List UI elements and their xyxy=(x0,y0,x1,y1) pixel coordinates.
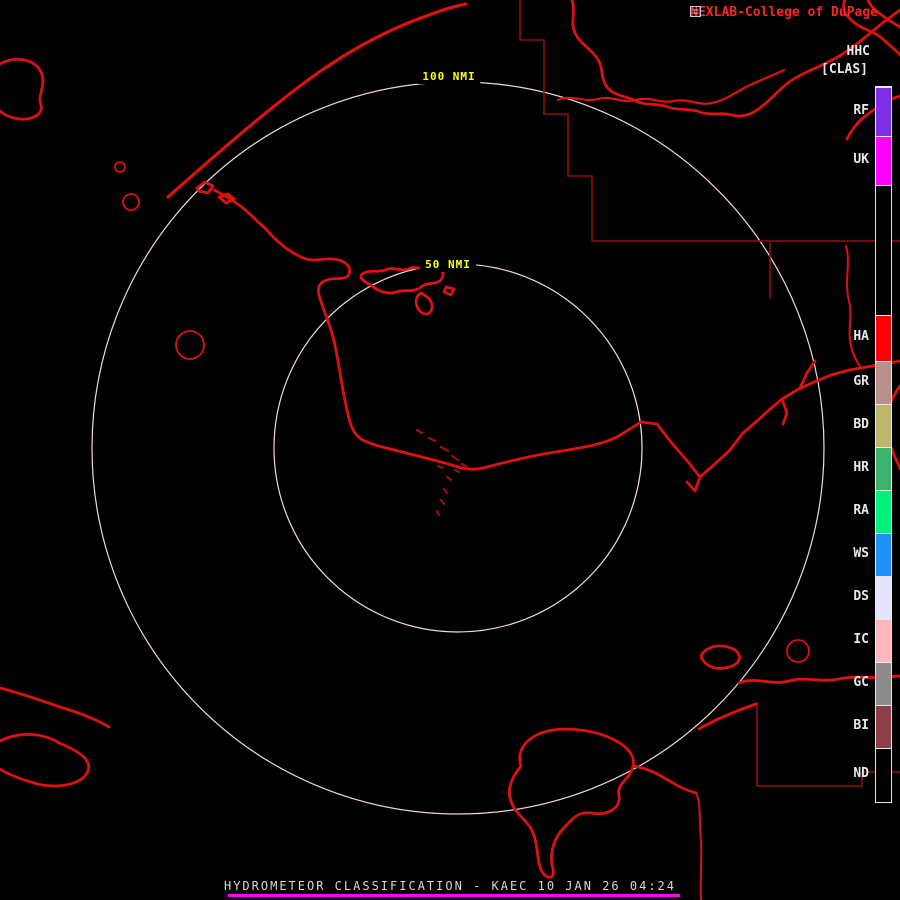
legend-seg-DS xyxy=(876,576,891,619)
legend-seg-BI xyxy=(876,705,891,748)
legend-label-WS: WS xyxy=(853,545,869,561)
legend-bar xyxy=(875,86,892,803)
boundary-lines xyxy=(519,0,900,787)
legend-seg-RA xyxy=(876,490,891,533)
legend-label-DS: DS xyxy=(853,588,869,604)
legend-label-RA: RA xyxy=(853,502,869,518)
range-label-50nmi: 50 NMI xyxy=(420,257,476,272)
legend-seg-HA xyxy=(876,315,891,361)
island-southeast-blob xyxy=(699,644,741,670)
coastline-branch xyxy=(780,397,789,426)
legend-seg-gap xyxy=(876,185,891,315)
radar-map xyxy=(0,0,900,900)
legend-label-BD: BD xyxy=(853,416,869,432)
legend-label-HR: HR xyxy=(853,459,869,475)
lake-circle xyxy=(114,161,126,173)
river-path xyxy=(556,68,786,105)
legend-seg-ND xyxy=(876,748,891,802)
coastline-lines xyxy=(0,0,900,900)
coastline-main xyxy=(212,188,702,493)
archipelago-path xyxy=(442,285,456,297)
island-path xyxy=(217,192,236,205)
footer-title: HYDROMETEOR CLASSIFICATION - KAEC 10 JAN… xyxy=(223,879,676,893)
legend-seg-BD xyxy=(876,404,891,447)
coastline-left-blob xyxy=(0,57,45,121)
river-path xyxy=(845,245,861,367)
legend-label-HA: HA xyxy=(853,329,869,344)
legend-seg-GC xyxy=(876,662,891,705)
island-specks xyxy=(415,428,469,517)
legend-label-ND: ND xyxy=(853,766,869,781)
coastline-south xyxy=(631,764,698,795)
legend-seg-GR xyxy=(876,361,891,404)
range-ring-50nmi xyxy=(273,263,643,633)
legend-label-RF: RF xyxy=(853,102,869,118)
legend-seg-WS xyxy=(876,533,891,576)
footer-underline xyxy=(228,894,680,897)
coastline-left-lower xyxy=(0,686,111,729)
legend-label-UK: UK xyxy=(853,151,869,167)
lake-circle xyxy=(122,193,140,211)
legend-seg-HR xyxy=(876,447,891,490)
product-tag-label: [CLAS] xyxy=(821,62,868,77)
legend-seg-UK xyxy=(876,136,891,185)
brand-row: NEXLAB-College of DuPage xyxy=(690,5,883,20)
lake-circle xyxy=(786,639,810,663)
lake-outlines xyxy=(114,161,810,663)
speck-path xyxy=(415,428,469,517)
coastline-left-lower-blob xyxy=(0,733,91,788)
legend-label-BI: BI xyxy=(853,717,869,733)
range-label-100nmi: 100 NMI xyxy=(417,69,481,84)
legend-label-GC: GC xyxy=(853,674,869,690)
legend-seg-RF xyxy=(876,87,891,136)
coastline-northeast xyxy=(698,359,900,479)
island-path xyxy=(195,180,215,195)
legend-label-IC: IC xyxy=(853,631,869,647)
legend-seg-IC xyxy=(876,619,891,662)
coastline-arc xyxy=(166,2,468,199)
brand-title: NEXLAB-College of DuPage xyxy=(690,5,878,20)
product-code-label: HHC xyxy=(846,44,870,59)
archipelago-path xyxy=(414,291,434,316)
legend-label-GR: GR xyxy=(853,373,869,389)
island-south-big xyxy=(507,727,635,879)
radar-frame: 100 NMI 50 NMI NEXLAB-College of DuPage … xyxy=(0,0,900,900)
lake-circle xyxy=(175,330,205,360)
